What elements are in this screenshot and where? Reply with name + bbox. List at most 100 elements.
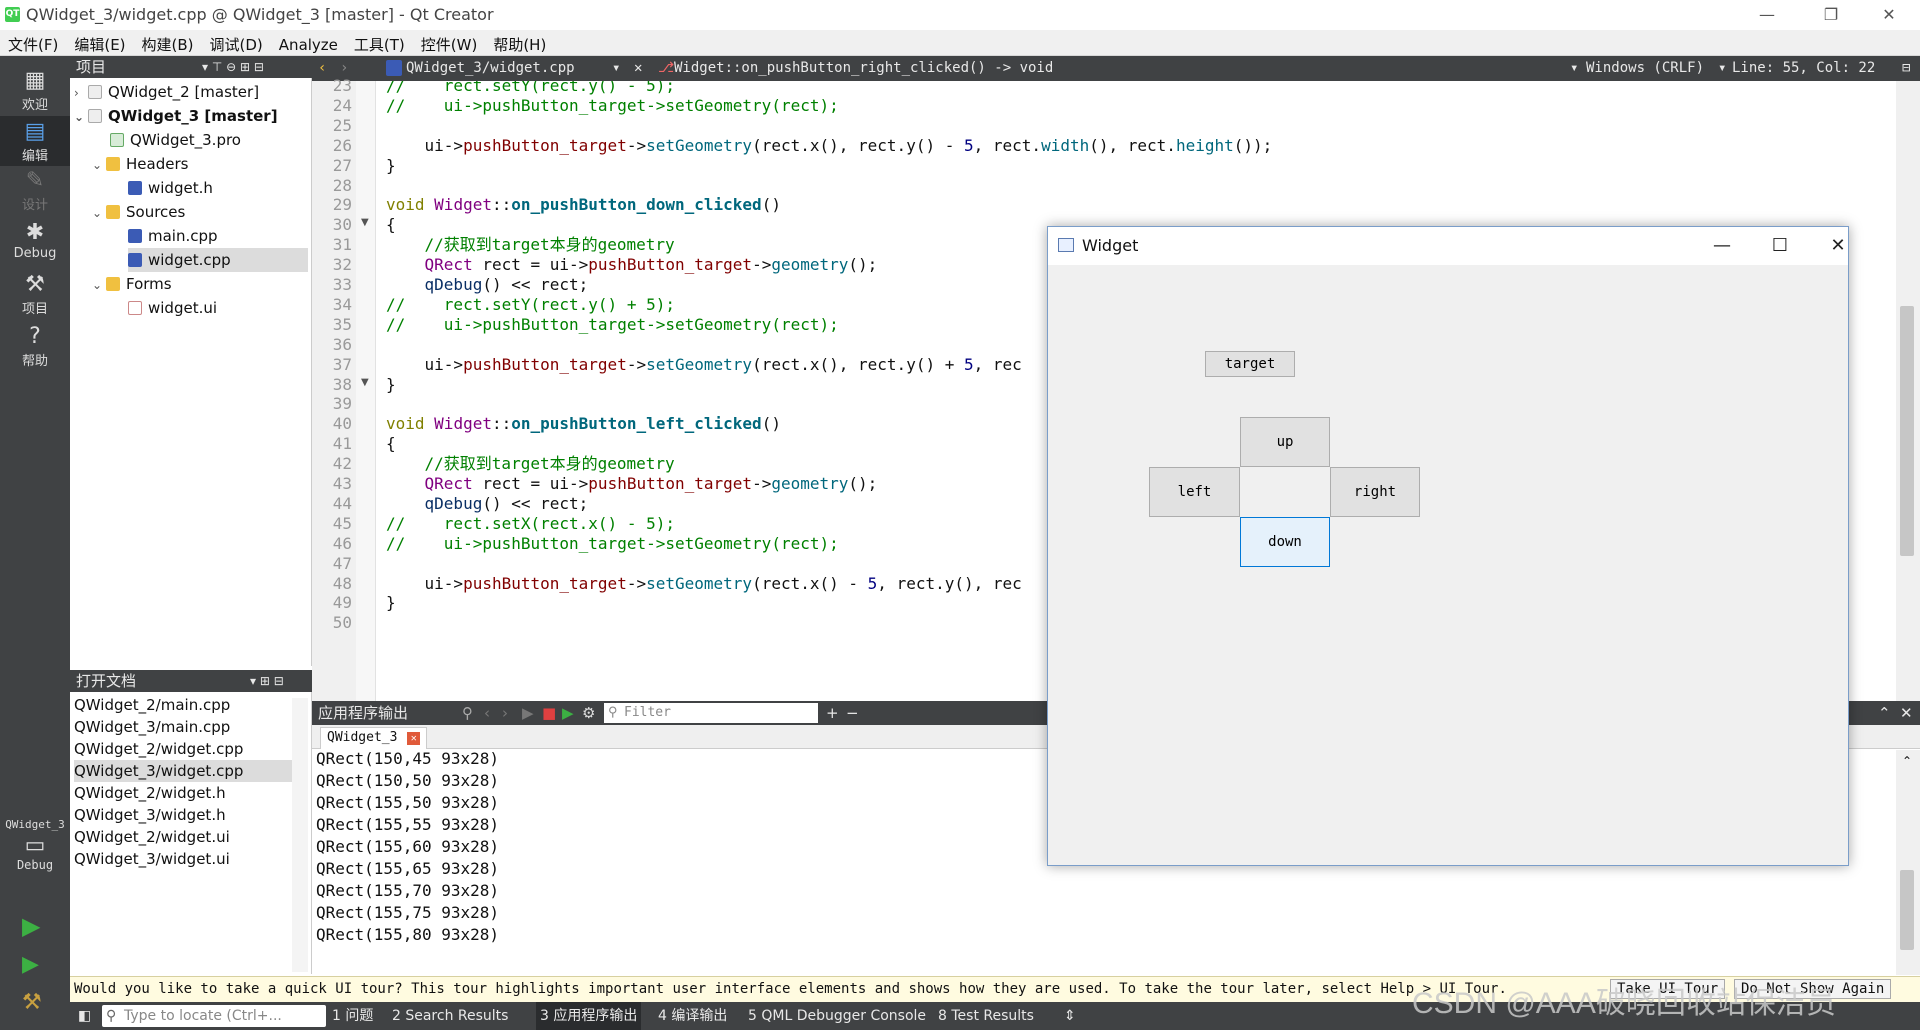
window-title: QWidget_3/widget.cpp @ QWidget_3 [master… — [26, 5, 494, 24]
kit-selector[interactable]: QWidget_3 ▭ Debug — [0, 818, 70, 872]
chevron-down-icon: ⌄ — [92, 278, 103, 292]
debug-run-icon[interactable]: ▶ — [562, 701, 574, 725]
maximize-icon[interactable]: ☐ — [1758, 227, 1802, 265]
menu-help[interactable]: 帮助(H) — [485, 30, 554, 56]
tree-node-widget-cpp[interactable]: widget.cpp — [128, 248, 308, 272]
menu-tools[interactable]: 工具(T) — [346, 30, 413, 56]
tree-node-qwidget2[interactable]: › QWidget_2 [master] — [74, 80, 259, 104]
editor-file-combo[interactable]: QWidget_3/widget.cpp — [406, 56, 575, 81]
tree-node-forms[interactable]: ⌄ Forms — [92, 272, 172, 296]
prev-icon[interactable]: ‹ — [484, 701, 490, 725]
open-doc-item[interactable]: QWidget_3/widget.cpp — [74, 760, 292, 782]
editor-scrollbar[interactable] — [1896, 81, 1920, 701]
stop-icon[interactable]: ■ — [542, 701, 556, 725]
menu-analyze[interactable]: Analyze — [271, 32, 346, 58]
locator-input[interactable]: ⚲ Type to locate (Ctrl+... — [102, 1005, 326, 1027]
output-line: QRect(155,70 93x28) — [316, 881, 500, 900]
scrollbar-thumb[interactable] — [1900, 870, 1914, 950]
menu-debug[interactable]: 调试(D) — [202, 30, 271, 56]
mode-welcome[interactable]: ▦ 欢迎 — [0, 68, 70, 118]
next-icon[interactable]: › — [502, 701, 508, 725]
close-doc-icon[interactable]: ✕ — [634, 56, 642, 81]
up-button[interactable]: up — [1240, 417, 1330, 467]
cursor-position[interactable]: Line: 55, Col: 22 — [1732, 56, 1875, 81]
chevron-down-icon[interactable]: ▾ — [612, 56, 620, 81]
output-scrollbar[interactable]: ⌃ — [1896, 750, 1920, 975]
code-line: { — [386, 215, 396, 235]
mode-help[interactable]: ? 帮助 — [0, 324, 70, 374]
status-tab-compile[interactable]: 4 编译输出 — [658, 1002, 727, 1030]
menu-widgets[interactable]: 控件(W) — [413, 30, 486, 56]
status-tab-issues[interactable]: 1 问题 — [332, 1002, 373, 1030]
line-number: 46 — [332, 533, 352, 553]
open-doc-item[interactable]: QWidget_2/widget.h — [74, 782, 292, 804]
open-doc-item[interactable]: QWidget_2/widget.ui — [74, 826, 292, 848]
status-tab-app-output[interactable]: 3 应用程序输出 — [536, 1002, 642, 1030]
symbol-combo[interactable]: Widget::on_pushButton_right_clicked() ->… — [674, 56, 1053, 81]
tree-node-sources[interactable]: ⌄ Sources — [92, 200, 185, 224]
maximize-pane-icon[interactable]: ⌃ — [1878, 701, 1891, 725]
build-hammer-icon[interactable]: ⚒ — [22, 990, 42, 1015]
code-line: QRect rect = ui->pushButton_target->geom… — [424, 474, 878, 493]
code-line: // rect.setY(rect.y() + 5); — [386, 294, 675, 314]
open-doc-item[interactable]: QWidget_2/main.cpp — [74, 694, 292, 716]
right-button[interactable]: right — [1330, 467, 1420, 517]
left-button[interactable]: left — [1149, 467, 1240, 517]
open-doc-item[interactable]: QWidget_3/widget.ui — [74, 848, 292, 870]
scrollbar-thumb[interactable] — [1900, 306, 1914, 556]
mode-design[interactable]: ✎ 设计 — [0, 168, 70, 218]
line-ending-combo[interactable]: Windows (CRLF) — [1586, 56, 1704, 81]
tree-node-qwidget3[interactable]: ⌄ QWidget_3 [master] — [74, 104, 278, 128]
filter-input[interactable]: ⚲ Filter — [604, 703, 818, 723]
split-icon[interactable]: ▾ ⊞ ⊟ — [250, 670, 284, 692]
status-tab-search[interactable]: 2 Search Results — [392, 1002, 508, 1030]
menu-edit[interactable]: 编辑(E) — [66, 30, 133, 56]
menu-file[interactable]: 文件(F) — [0, 30, 66, 56]
folder-icon — [106, 205, 120, 219]
open-doc-item[interactable]: QWidget_3/main.cpp — [74, 716, 292, 738]
zoom-out-icon[interactable]: − — [846, 701, 859, 725]
fold-marker-icon[interactable]: ▼ — [361, 377, 369, 388]
split-icon[interactable]: ⊟ — [1902, 56, 1910, 81]
status-tab-tests[interactable]: 8 Test Results — [938, 1002, 1034, 1030]
target-button[interactable]: target — [1205, 351, 1295, 377]
scroll-up-icon[interactable]: ⌃ — [1902, 754, 1912, 768]
minimize-icon[interactable]: — — [1744, 0, 1790, 30]
menu-build[interactable]: 构建(B) — [134, 30, 202, 56]
debug-run-icon[interactable]: ▶ — [22, 952, 39, 977]
mode-projects[interactable]: ⚒ 项目 — [0, 272, 70, 322]
status-tab-qml[interactable]: 5 QML Debugger Console — [748, 1002, 926, 1030]
tree-node-pro-file[interactable]: QWidget_3.pro — [110, 128, 241, 152]
restore-icon[interactable]: ❐ — [1808, 0, 1854, 30]
tree-node-main-cpp[interactable]: main.cpp — [128, 224, 218, 248]
code-line: ui->pushButton_target->setGeometry(rect.… — [386, 135, 1273, 155]
sidebar-toggle-icon[interactable]: ◧ — [78, 1002, 91, 1030]
back-arrow-icon[interactable]: ‹ — [318, 56, 326, 81]
gear-icon[interactable]: ⚙ — [582, 701, 595, 725]
close-icon[interactable]: ✕ — [1816, 227, 1860, 265]
mode-debug[interactable]: ✱ Debug — [0, 220, 70, 270]
open-docs-scrollbar[interactable] — [292, 698, 308, 972]
open-doc-item[interactable]: QWidget_3/widget.h — [74, 804, 292, 826]
close-tab-icon[interactable]: ✕ — [407, 732, 421, 745]
chevron-down-icon[interactable]: ▾ — [1570, 56, 1578, 81]
fold-marker-icon[interactable]: ▼ — [361, 217, 369, 228]
mode-edit[interactable]: ▤ 编辑 — [0, 116, 70, 166]
close-icon[interactable]: ✕ — [1866, 0, 1912, 30]
tree-node-widget-h[interactable]: widget.h — [128, 176, 213, 200]
play-icon[interactable]: ▶ — [522, 701, 534, 725]
minimize-icon[interactable]: — — [1700, 227, 1744, 265]
output-tab-qwidget3[interactable]: QWidget_3 ✕ — [320, 727, 428, 749]
attach-icon[interactable]: ⚲ — [462, 701, 473, 725]
chevron-down-icon[interactable]: ▾ — [1718, 56, 1726, 81]
zoom-in-icon[interactable]: + — [826, 701, 839, 725]
close-pane-icon[interactable]: ✕ — [1900, 701, 1913, 725]
down-button[interactable]: down — [1240, 517, 1330, 567]
bug-icon: ✱ — [25, 220, 45, 245]
tree-node-widget-ui[interactable]: widget.ui — [128, 296, 217, 320]
open-doc-item[interactable]: QWidget_2/widget.cpp — [74, 738, 292, 760]
tree-node-headers[interactable]: ⌄ Headers — [92, 152, 188, 176]
filter-icon[interactable]: ▾ ⊤ ⊖ ⊞ ⊟ — [202, 56, 264, 78]
run-icon[interactable]: ▶ — [22, 912, 40, 940]
more-tabs-icon[interactable]: ⇕ — [1064, 1002, 1076, 1030]
